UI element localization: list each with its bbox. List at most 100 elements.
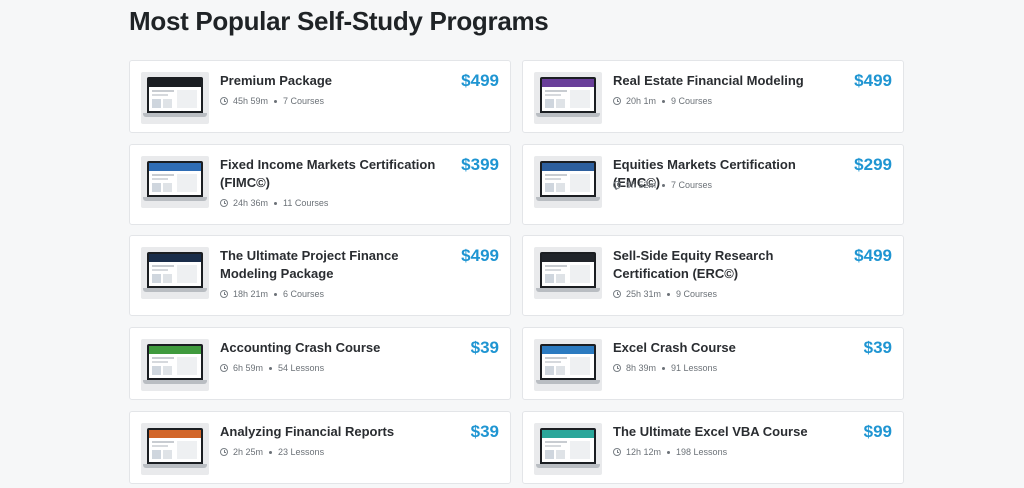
program-meta: 8h 39m 91 Lessons: [613, 363, 717, 373]
program-card-fixed-income[interactable]: Fixed Income Markets Certification (FIMC…: [129, 144, 511, 225]
program-card-real-estate-financial-modeling[interactable]: Real Estate Financial Modeling $499 20h …: [522, 60, 904, 133]
program-meta: 24h 36m 11 Courses: [220, 198, 328, 208]
separator-dot: [662, 183, 666, 187]
clock-icon: [220, 97, 228, 105]
program-duration: 2h 25m: [233, 447, 264, 457]
separator-dot: [269, 366, 273, 370]
program-count: 198 Lessons: [676, 447, 728, 457]
program-count: 9 Courses: [671, 96, 713, 106]
program-count: 91 Lessons: [671, 363, 718, 373]
program-meta: 2h 25m 23 Lessons: [220, 447, 324, 457]
clock-icon: [613, 181, 621, 189]
program-price: $39: [863, 338, 892, 357]
course-thumbnail[interactable]: [141, 72, 209, 124]
program-duration: 20h 1m: [626, 96, 657, 106]
program-card-equities-markets[interactable]: Equities Markets Certification (EMC©) $2…: [522, 144, 904, 225]
program-duration: 25h 31m: [626, 289, 662, 299]
clock-icon: [220, 290, 228, 298]
program-duration: 24h 36m: [233, 198, 269, 208]
course-thumbnail[interactable]: [534, 72, 602, 124]
separator-dot: [274, 292, 278, 296]
separator-dot: [274, 99, 278, 103]
program-meta: 6h 59m 54 Lessons: [220, 363, 324, 373]
separator-dot: [269, 450, 273, 454]
clock-icon: [220, 199, 228, 207]
clock-icon: [613, 448, 621, 456]
program-price: $499: [854, 246, 892, 265]
program-price: $399: [461, 155, 499, 174]
program-title[interactable]: Excel Crash Course: [613, 339, 833, 357]
section-heading: Most Popular Self-Study Programs: [129, 6, 549, 36]
course-thumbnail[interactable]: [141, 339, 209, 391]
program-meta: 9h 52m 7 Courses: [613, 180, 712, 190]
program-title[interactable]: Real Estate Financial Modeling: [613, 72, 833, 90]
laptop-image: [147, 252, 203, 288]
clock-icon: [220, 448, 228, 456]
program-duration: 12h 12m: [626, 447, 662, 457]
clock-icon: [220, 364, 228, 372]
program-count: 11 Courses: [283, 198, 329, 208]
program-meta: 45h 59m 7 Courses: [220, 96, 324, 106]
program-price: $499: [854, 71, 892, 90]
laptop-image: [540, 161, 596, 197]
separator-dot: [667, 450, 671, 454]
program-duration: 18h 21m: [233, 289, 269, 299]
program-count: 7 Courses: [671, 180, 713, 190]
program-meta: 12h 12m 198 Lessons: [613, 447, 727, 457]
course-thumbnail[interactable]: [141, 156, 209, 208]
separator-dot: [274, 201, 278, 205]
program-card-analyzing-financial-reports[interactable]: Analyzing Financial Reports $39 2h 25m 2…: [129, 411, 511, 484]
program-title[interactable]: The Ultimate Excel VBA Course: [613, 423, 833, 441]
program-title[interactable]: Sell-Side Equity Research Certification …: [613, 247, 833, 283]
separator-dot: [667, 292, 671, 296]
course-thumbnail[interactable]: [534, 339, 602, 391]
program-card-excel-crash-course[interactable]: Excel Crash Course $39 8h 39m 91 Lessons: [522, 327, 904, 400]
clock-icon: [613, 290, 621, 298]
program-count: 54 Lessons: [278, 363, 325, 373]
program-card-accounting-crash-course[interactable]: Accounting Crash Course $39 6h 59m 54 Le…: [129, 327, 511, 400]
course-thumbnail[interactable]: [534, 247, 602, 299]
program-price: $499: [461, 246, 499, 265]
laptop-image: [147, 428, 203, 464]
laptop-image: [540, 344, 596, 380]
separator-dot: [662, 99, 666, 103]
program-count: 9 Courses: [676, 289, 718, 299]
clock-icon: [613, 364, 621, 372]
laptop-image: [147, 344, 203, 380]
program-title[interactable]: Premium Package: [220, 72, 440, 90]
program-meta: 25h 31m 9 Courses: [613, 289, 717, 299]
program-price: $39: [470, 422, 499, 441]
course-thumbnail[interactable]: [534, 423, 602, 475]
clock-icon: [613, 97, 621, 105]
program-count: 6 Courses: [283, 289, 325, 299]
program-title[interactable]: The Ultimate Project Finance Modeling Pa…: [220, 247, 440, 283]
course-thumbnail[interactable]: [534, 156, 602, 208]
laptop-image: [147, 77, 203, 113]
program-price: $39: [470, 338, 499, 357]
separator-dot: [662, 366, 666, 370]
program-card-excel-vba-course[interactable]: The Ultimate Excel VBA Course $99 12h 12…: [522, 411, 904, 484]
program-duration: 8h 39m: [626, 363, 657, 373]
program-card-project-finance[interactable]: The Ultimate Project Finance Modeling Pa…: [129, 235, 511, 316]
program-count: 23 Lessons: [278, 447, 325, 457]
program-title[interactable]: Accounting Crash Course: [220, 339, 440, 357]
program-meta: 20h 1m 9 Courses: [613, 96, 712, 106]
program-title[interactable]: Fixed Income Markets Certification (FIMC…: [220, 156, 440, 192]
laptop-image: [540, 77, 596, 113]
program-duration: 6h 59m: [233, 363, 264, 373]
course-thumbnail[interactable]: [141, 247, 209, 299]
program-card-premium-package[interactable]: Premium Package $499 45h 59m 7 Courses: [129, 60, 511, 133]
program-meta: 18h 21m 6 Courses: [220, 289, 324, 299]
program-duration: 9h 52m: [626, 180, 657, 190]
laptop-image: [540, 252, 596, 288]
laptop-image: [147, 161, 203, 197]
program-card-equity-research[interactable]: Sell-Side Equity Research Certification …: [522, 235, 904, 316]
program-title[interactable]: Analyzing Financial Reports: [220, 423, 440, 441]
program-duration: 45h 59m: [233, 96, 269, 106]
program-price: $299: [854, 155, 892, 174]
laptop-image: [540, 428, 596, 464]
course-thumbnail[interactable]: [141, 423, 209, 475]
program-price: $499: [461, 71, 499, 90]
program-price: $99: [863, 422, 892, 441]
program-count: 7 Courses: [283, 96, 325, 106]
